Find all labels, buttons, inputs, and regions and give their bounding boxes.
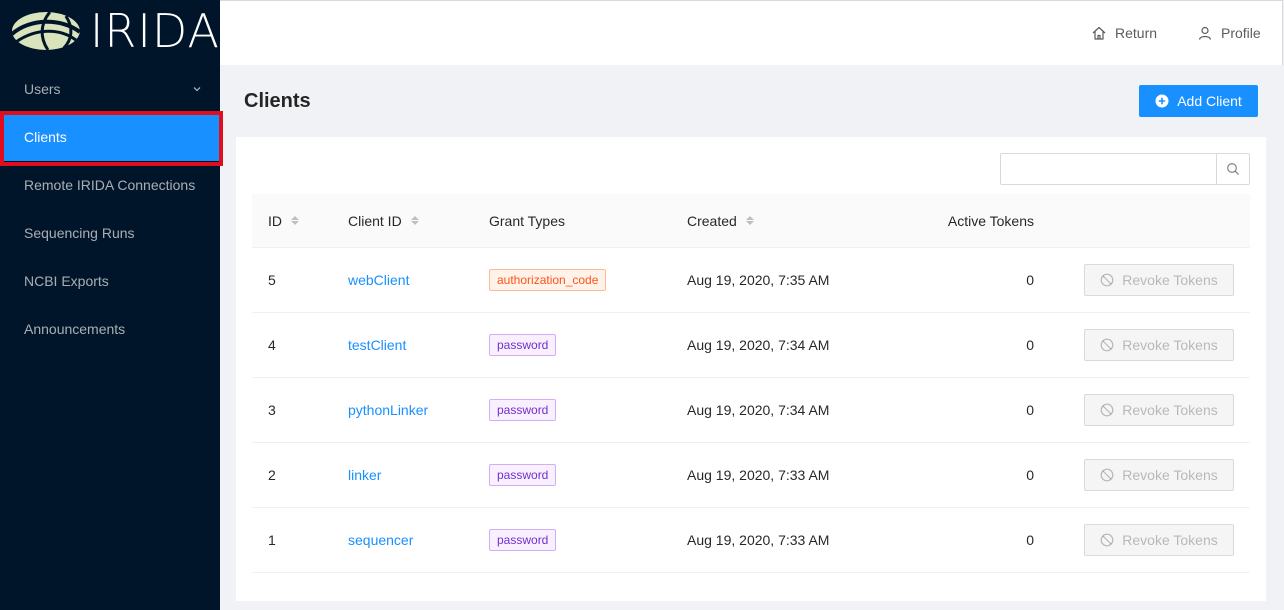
column-label: Created <box>687 212 737 229</box>
page-title: Clients <box>244 90 311 112</box>
search-box <box>1000 153 1250 185</box>
return-label: Return <box>1115 25 1158 41</box>
table-row: 2 linker password Aug 19, 2020, 7:33 AM … <box>252 443 1250 508</box>
stop-icon <box>1100 273 1114 287</box>
sidebar-item-ncbi-exports[interactable]: NCBI Exports <box>0 257 220 305</box>
client-numeric-id: 1 <box>268 532 276 548</box>
created-date: Aug 19, 2020, 7:34 AM <box>687 402 830 418</box>
column-header-grant-types: Grant Types <box>489 213 565 229</box>
column-label: Client ID <box>348 212 402 229</box>
search-input[interactable] <box>1001 154 1216 184</box>
column-header-created[interactable]: Created <box>687 213 754 229</box>
active-tokens-count: 0 <box>1026 402 1034 418</box>
clients-card: ID Client ID Grant Types Created Active … <box>236 137 1266 601</box>
client-id-link[interactable]: webClient <box>348 272 409 288</box>
stop-icon <box>1100 468 1114 482</box>
sidebar: IRIDA Users Clients Remote IRIDA Connect… <box>0 0 220 610</box>
created-date: Aug 19, 2020, 7:33 AM <box>687 532 830 548</box>
stop-icon <box>1100 403 1114 417</box>
grant-type-tag: password <box>489 529 557 551</box>
grant-type-tag: password <box>489 334 557 356</box>
sort-icon <box>410 216 419 225</box>
irida-logo[interactable]: IRIDA <box>0 0 220 62</box>
sidebar-menu: Users Clients Remote IRIDA Connections S… <box>0 65 220 353</box>
client-numeric-id: 5 <box>268 272 276 288</box>
irida-globe-icon <box>10 11 82 51</box>
sidebar-item-label: Sequencing Runs <box>24 225 135 241</box>
table-row: 1 sequencer password Aug 19, 2020, 7:33 … <box>252 508 1250 573</box>
active-tokens-count: 0 <box>1026 272 1034 288</box>
sort-icon <box>291 216 299 225</box>
sidebar-item-label: Remote IRIDA Connections <box>24 177 196 193</box>
sidebar-item-label: Clients <box>24 129 67 145</box>
chevron-down-icon <box>193 87 201 92</box>
column-header-client-id[interactable]: Client ID <box>348 213 419 229</box>
active-tokens-count: 0 <box>1026 337 1034 353</box>
sort-icon <box>745 216 754 225</box>
search-icon <box>1227 163 1239 175</box>
return-button[interactable]: Return <box>1091 25 1157 41</box>
revoke-tokens-button[interactable]: Revoke Tokens <box>1084 459 1234 491</box>
user-icon <box>1198 26 1212 40</box>
column-label: Grant Types <box>489 212 566 229</box>
top-header: Return Profile <box>220 0 1283 65</box>
client-numeric-id: 4 <box>268 337 276 353</box>
profile-button[interactable]: Profile <box>1197 25 1261 41</box>
grant-type-tag: authorization_code <box>489 269 607 291</box>
active-tokens-count: 0 <box>1026 467 1034 483</box>
sidebar-item-label: Users <box>24 81 61 97</box>
client-numeric-id: 3 <box>268 402 276 418</box>
revoke-tokens-button[interactable]: Revoke Tokens <box>1084 394 1234 426</box>
column-label: Active Tokens <box>947 212 1034 229</box>
column-label: ID <box>268 212 282 229</box>
table-row: 5 webClient authorization_code Aug 19, 2… <box>252 248 1250 313</box>
home-icon <box>1092 26 1106 40</box>
table-row: 4 testClient password Aug 19, 2020, 7:34… <box>252 313 1250 378</box>
client-id-link[interactable]: testClient <box>348 337 406 353</box>
sidebar-item-clients[interactable]: Clients <box>0 113 220 161</box>
client-id-link[interactable]: pythonLinker <box>348 402 428 418</box>
revoke-tokens-button[interactable]: Revoke Tokens <box>1084 524 1234 556</box>
logo-text: IRIDA <box>89 4 220 58</box>
column-header-id[interactable]: ID <box>268 213 299 229</box>
grant-type-tag: password <box>489 399 557 421</box>
sidebar-item-label: NCBI Exports <box>24 273 109 289</box>
plus-circle-icon <box>1155 94 1169 108</box>
created-date: Aug 19, 2020, 7:34 AM <box>687 337 830 353</box>
stop-icon <box>1100 533 1114 547</box>
created-date: Aug 19, 2020, 7:35 AM <box>687 272 830 288</box>
table-body: 5 webClient authorization_code Aug 19, 2… <box>252 248 1250 573</box>
sidebar-item-label: Announcements <box>24 321 126 337</box>
profile-label: Profile <box>1221 25 1261 41</box>
table-header: ID Client ID Grant Types Created Active … <box>252 194 1250 248</box>
revoke-tokens-button[interactable]: Revoke Tokens <box>1084 329 1234 361</box>
table-row: 3 pythonLinker password Aug 19, 2020, 7:… <box>252 378 1250 443</box>
clients-table: ID Client ID Grant Types Created Active … <box>252 194 1250 573</box>
revoke-tokens-button[interactable]: Revoke Tokens <box>1084 264 1234 296</box>
sidebar-item-users[interactable]: Users <box>0 65 220 113</box>
created-date: Aug 19, 2020, 7:33 AM <box>687 467 830 483</box>
stop-icon <box>1100 338 1114 352</box>
add-client-label: Add Client <box>1177 93 1242 109</box>
search-button[interactable] <box>1216 154 1249 184</box>
column-header-active-tokens: Active Tokens <box>948 213 1034 229</box>
grant-type-tag: password <box>489 464 557 486</box>
sidebar-item-sequencing-runs[interactable]: Sequencing Runs <box>0 209 220 257</box>
active-tokens-count: 0 <box>1026 532 1034 548</box>
sidebar-item-announcements[interactable]: Announcements <box>0 305 220 353</box>
client-id-link[interactable]: sequencer <box>348 532 413 548</box>
client-numeric-id: 2 <box>268 467 276 483</box>
sidebar-item-remote-irida-connections[interactable]: Remote IRIDA Connections <box>0 161 220 209</box>
client-id-link[interactable]: linker <box>348 467 381 483</box>
add-client-button[interactable]: Add Client <box>1139 85 1258 117</box>
